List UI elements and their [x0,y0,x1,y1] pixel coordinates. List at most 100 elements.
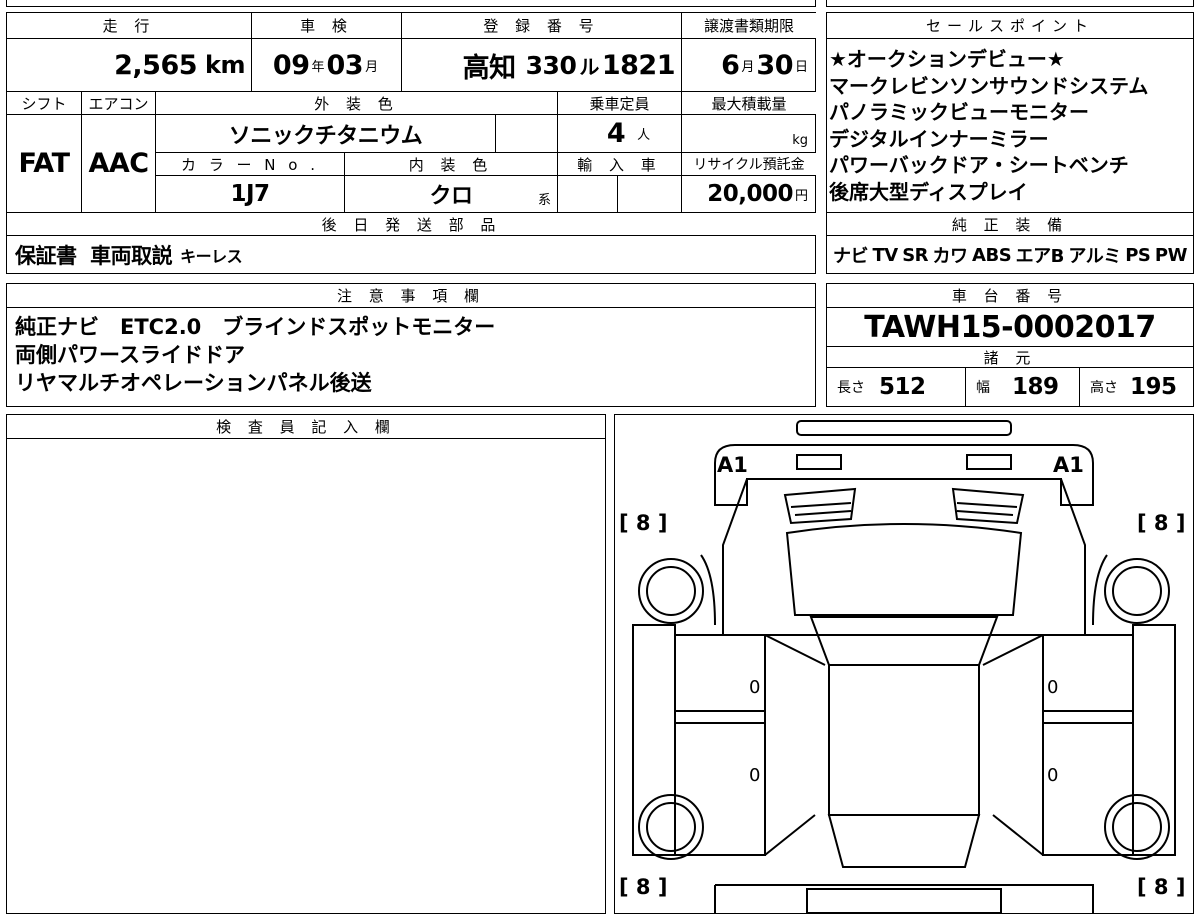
mileage-value-cell: 2,565 km [7,39,251,91]
capacity-header: 乗車定員 [557,91,681,115]
later-delivery-keyless: キーレス [180,247,243,266]
door-mark: 0 [1047,677,1059,698]
sales-point-item: マークレビンソンサウンドシステム [829,73,1149,98]
recycle-deposit-value: 20,000 [707,181,793,207]
notes-panel: 注 意 事 項 欄 純正ナビ ETC2.0 ブラインドスポットモニター 両側パワ… [6,283,816,407]
exterior-color-value-cell: ソニックチタニウム [155,115,495,152]
length-label: 長さ [837,380,865,396]
inspection-value-cell: 09 年 03 月 [251,39,401,91]
inspection-year-unit: 年 [311,59,325,75]
sales-point-item: 後席大型ディスプレイ [829,179,1028,204]
import-header: 輸 入 車 [557,152,681,176]
summary-table: 走 行 車 検 登 録 番 号 譲渡書類期限 2,565 km 09 年 03 … [6,12,816,274]
registration-area: 高知 [462,52,517,84]
sales-point-item: デジタルインナーミラー [829,126,1049,151]
equipment-item: ABS [972,244,1012,266]
mileage-value: 2,565 [114,49,198,81]
dimensions-header: 諸 元 [827,346,1193,368]
equipment-header: 純 正 装 備 [827,212,1193,236]
sales-points-header: セールスポイント [827,13,1193,39]
import-value-cell [557,176,617,212]
front-left-damage-mark: A1 [717,453,748,477]
mileage-header: 走 行 [7,13,251,39]
inspection-year: 09 [272,49,310,81]
equipment-item: アルミ [1068,246,1121,267]
inspector-notes-panel: 検 査 員 記 入 欄 [6,414,606,914]
height-cell: 高さ 195 [1079,368,1193,406]
registration-kana: ル [579,54,599,79]
notes-line: 両側パワースライドドア [15,343,245,367]
door-mark: 0 [1047,765,1059,786]
interior-color-header: 内 装 色 [344,152,557,176]
notes-line: 純正ナビ ETC2.0 ブラインドスポットモニター [15,315,496,339]
tire-rear-right-score: [ 8 ] [1137,875,1186,899]
tire-front-left-score: [ 8 ] [619,511,668,535]
transfer-deadline-header: 譲渡書類期限 [681,13,816,39]
color-number-value: 1J7 [230,181,270,207]
notes-lines: 純正ナビ ETC2.0 ブラインドスポットモニター 両側パワースライドドア リヤ… [7,310,815,404]
color-number-header: カ ラ ー N o . [155,152,344,176]
width-label: 幅 [976,380,990,396]
registration-value-cell: 高知 330 ル 1821 [401,39,681,91]
inspection-month-unit: 月 [365,59,379,75]
capacity-value-cell: 4 人 [557,115,681,152]
later-delivery-value: 保証書 車両取説 [15,244,173,268]
later-delivery-value-cell: 保証書 車両取説 キーレス [7,236,816,274]
equipment-item: PS [1125,244,1151,266]
aircon-header: エアコン [81,91,155,115]
import-value-cell-2 [617,176,681,212]
capacity-unit: 人 [637,128,651,143]
car-diagram-panel: A1 A1 [ 8 ] [ 8 ] [ 8 ] [ 8 ] 0 0 0 0 [614,414,1194,914]
max-load-header: 最大積載量 [681,91,816,115]
car-body-diagram [632,420,1176,913]
tire-rear-left-score: [ 8 ] [619,875,668,899]
door-mark: 0 [749,765,761,786]
front-right-damage-mark: A1 [1053,453,1084,477]
height-label: 高さ [1090,380,1118,396]
recycle-deposit-value-cell: 20,000 円 [681,176,816,212]
exterior-color-code-cell [495,115,557,152]
recycle-deposit-unit: 円 [794,188,808,204]
width-value: 189 [1012,374,1059,400]
sales-point-item: パノラミックビューモニター [829,100,1089,124]
height-value: 195 [1130,374,1177,400]
equipment-item: ナビ [833,246,869,267]
sales-point-item: ★オークションデビュー★ [829,47,1065,71]
exterior-color-value: ソニックチタニウム [228,123,423,149]
inspection-month: 03 [326,49,364,81]
interior-color-value-cell: クロ 系 [344,176,557,212]
sales-points-panel: セールスポイント ★オークションデビュー★ マークレビンソンサウンドシステム パ… [826,12,1194,274]
length-value: 512 [879,374,926,400]
equipment-item: エアB [1015,246,1065,267]
interior-color-value: クロ [429,184,473,209]
equipment-item: TV [872,244,899,266]
notes-line: リヤマルチオペレーションパネル後送 [15,371,372,395]
aircon-value: AAC [88,148,149,179]
inspector-notes-header: 検 査 員 記 入 欄 [7,415,605,439]
transfer-day: 30 [756,49,793,81]
max-load-unit: kg [792,133,808,148]
transfer-day-unit: 日 [794,59,808,75]
registration-number: 1821 [601,49,676,81]
equipment-item: カワ [932,246,969,267]
color-number-value-cell: 1J7 [155,176,344,212]
later-delivery-header: 後 日 発 送 部 品 [7,212,816,236]
shift-value-cell: FAT [7,115,81,212]
aircon-value-cell: AAC [81,115,155,212]
top-cutoff-strip-right [826,0,1194,7]
length-cell: 長さ 512 [827,368,965,406]
notes-header: 注 意 事 項 欄 [7,284,815,308]
registration-header: 登 録 番 号 [401,13,681,39]
exterior-color-header: 外 装 色 [155,91,557,115]
capacity-value: 4 [606,118,626,149]
transfer-month: 6 [721,49,740,81]
sales-points-list: ★オークションデビュー★ マークレビンソンサウンドシステム パノラミックビューモ… [827,39,1193,212]
chassis-number-cell: TAWH15-0002017 [827,308,1193,346]
chassis-panel: 車 台 番 号 TAWH15-0002017 諸 元 長さ 512 幅 189 … [826,283,1194,407]
sales-point-item: パワーバックドア・シートベンチ [829,153,1129,177]
equipment-item: PW [1154,244,1188,266]
inspection-header: 車 検 [251,13,401,39]
shift-value: FAT [18,148,70,179]
width-cell: 幅 189 [965,368,1079,406]
interior-color-unit: 系 [537,193,551,208]
